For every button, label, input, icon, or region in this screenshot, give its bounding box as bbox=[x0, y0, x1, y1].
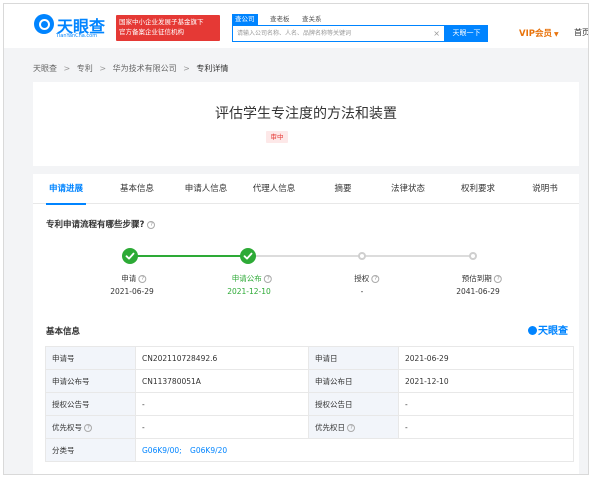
clear-icon[interactable]: × bbox=[433, 29, 440, 39]
step-label-text: 授权 bbox=[354, 274, 370, 283]
field-label-with-help: 优先权日 ? bbox=[308, 415, 399, 439]
field-value: - bbox=[398, 415, 574, 439]
field-label: 申请号 bbox=[45, 346, 136, 370]
top-header: 天眼查 TianYanCha.com 国家中小企业发展子基金旗下 官方备案企业征… bbox=[4, 4, 588, 48]
home-link[interactable]: 首页 bbox=[574, 27, 588, 38]
field-value: - bbox=[135, 392, 309, 416]
classification-link[interactable]: G06K9/00; bbox=[142, 446, 182, 455]
field-value: CN202110728492.6 bbox=[135, 346, 309, 370]
breadcrumb: 天眼查 > 专利 > 华为技术有限公司 > 专利详情 bbox=[33, 63, 232, 74]
field-value: - bbox=[135, 415, 309, 439]
table-row: 优先权号 ? - 优先权日 ? - bbox=[45, 415, 574, 439]
tab-applicant-info[interactable]: 申请人信息 bbox=[181, 174, 231, 204]
detail-tabs: 申请进展 基本信息 申请人信息 代理人信息 摘要 法律状态 权利要求 说明书 bbox=[33, 174, 579, 205]
basic-info-table: 申请号 CN202110728492.6 申请日 2021-06-29 申请公布… bbox=[45, 346, 574, 462]
field-value: 2021-12-10 bbox=[398, 369, 574, 393]
field-label: 分类号 bbox=[45, 438, 136, 462]
site-logo[interactable]: 天眼查 TianYanCha.com bbox=[34, 13, 109, 41]
patent-title-card: 评估学生专注度的方法和装置 bbox=[33, 82, 579, 166]
field-label: 授权公告号 bbox=[45, 392, 136, 416]
classification-link[interactable]: G06K9/20 bbox=[190, 446, 227, 455]
field-label: 授权公告日 bbox=[308, 392, 399, 416]
search-tab-relation[interactable]: 查关系 bbox=[302, 14, 322, 25]
search-tab-company[interactable]: 查公司 bbox=[232, 14, 258, 25]
help-icon[interactable]: ? bbox=[494, 275, 503, 283]
step-label: 预估到期 ? bbox=[461, 273, 503, 284]
tab-basic-info[interactable]: 基本信息 bbox=[117, 174, 157, 204]
check-icon bbox=[125, 252, 135, 260]
progress-question-text: 专利申请流程有哪些步骤? bbox=[46, 220, 145, 230]
tab-progress[interactable]: 申请进展 bbox=[46, 174, 86, 205]
step-label-text: 申请 bbox=[121, 274, 137, 283]
field-label: 优先权号 bbox=[52, 422, 82, 432]
table-row: 授权公告号 - 授权公告日 - bbox=[45, 392, 574, 416]
vip-label: VIP会员 bbox=[519, 29, 552, 39]
timeline-segment-done bbox=[130, 255, 248, 257]
step-label: 授权 ? bbox=[354, 273, 380, 284]
step-label: 申请 ? bbox=[121, 273, 147, 284]
browser-frame: 天眼查 TianYanCha.com 国家中小企业发展子基金旗下 官方备案企业征… bbox=[3, 3, 589, 475]
field-value: - bbox=[398, 392, 574, 416]
step-pending-node bbox=[358, 252, 366, 260]
help-icon[interactable]: ? bbox=[147, 220, 156, 229]
table-row: 申请公布号 CN113780051A 申请公布日 2021-12-10 bbox=[45, 369, 574, 393]
breadcrumb-separator: > bbox=[183, 64, 190, 73]
status-badge: 审中 bbox=[266, 131, 288, 143]
check-icon bbox=[243, 252, 253, 260]
classification-links: G06K9/00; G06K9/20 bbox=[135, 438, 574, 462]
table-row: 分类号 G06K9/00; G06K9/20 bbox=[45, 438, 574, 462]
help-icon[interactable]: ? bbox=[347, 423, 356, 432]
promo-line: 国家中小企业发展子基金旗下 bbox=[119, 18, 204, 26]
step-done-node bbox=[240, 248, 256, 264]
tab-description[interactable]: 说明书 bbox=[529, 174, 561, 204]
brand-watermark: 天眼查 bbox=[528, 322, 568, 337]
step-pending-node bbox=[469, 252, 477, 260]
help-icon[interactable]: ? bbox=[84, 423, 93, 432]
step-date: - bbox=[360, 287, 364, 296]
step-label-text: 申请公布 bbox=[231, 274, 262, 283]
step-done-node bbox=[122, 248, 138, 264]
breadcrumb-separator: > bbox=[63, 64, 71, 73]
help-icon[interactable]: ? bbox=[264, 275, 273, 283]
step-date: 2021-06-29 bbox=[110, 287, 154, 296]
field-label: 申请公布日 bbox=[308, 369, 399, 393]
page-title: 评估学生专注度的方法和装置 bbox=[215, 106, 397, 122]
field-label: 优先权日 bbox=[315, 422, 345, 432]
tab-agent-info[interactable]: 代理人信息 bbox=[249, 174, 299, 204]
basic-info-title: 基本信息 bbox=[46, 327, 81, 337]
logo-icon bbox=[34, 14, 54, 34]
search-input[interactable] bbox=[237, 28, 427, 39]
step-label: 申请公布 ? bbox=[231, 273, 273, 284]
logo-subtext: TianYanCha.com bbox=[56, 33, 98, 39]
promo-line: 官方备案企业征信机构 bbox=[119, 28, 184, 36]
step-date: 2041-06-29 bbox=[456, 287, 500, 296]
field-value: 2021-06-29 bbox=[398, 346, 574, 370]
chevron-down-icon: ▼ bbox=[553, 31, 559, 38]
search-button[interactable]: 天眼一下 bbox=[445, 25, 488, 42]
breadcrumb-home[interactable]: 天眼查 bbox=[33, 64, 57, 73]
field-label: 申请公布号 bbox=[45, 369, 136, 393]
search-tab-boss[interactable]: 查老板 bbox=[270, 14, 290, 25]
tab-abstract[interactable]: 摘要 bbox=[331, 174, 355, 204]
vip-menu[interactable]: VIP会员 ▼ bbox=[519, 27, 559, 39]
field-label-with-help: 优先权号 ? bbox=[45, 415, 136, 439]
brand-text: 天眼查 bbox=[538, 326, 568, 337]
step-date: 2021-12-10 bbox=[227, 287, 271, 296]
breadcrumb-separator: > bbox=[99, 64, 107, 73]
field-value: CN113780051A bbox=[135, 369, 309, 393]
help-icon[interactable]: ? bbox=[138, 275, 147, 283]
search-box: × bbox=[232, 25, 445, 42]
progress-question: 专利申请流程有哪些步骤? ? bbox=[46, 218, 156, 230]
brand-logo-icon bbox=[528, 326, 537, 335]
promo-banner[interactable]: 国家中小企业发展子基金旗下 官方备案企业征信机构 bbox=[116, 15, 220, 41]
step-label-text: 预估到期 bbox=[461, 274, 492, 283]
breadcrumb-patent[interactable]: 专利 bbox=[77, 64, 93, 73]
field-label: 申请日 bbox=[308, 346, 399, 370]
tab-claims[interactable]: 权利要求 bbox=[458, 174, 498, 204]
tab-legal-status[interactable]: 法律状态 bbox=[388, 174, 428, 204]
breadcrumb-company[interactable]: 华为技术有限公司 bbox=[113, 64, 177, 73]
help-icon[interactable]: ? bbox=[371, 275, 380, 283]
breadcrumb-current: 专利详情 bbox=[196, 64, 229, 73]
table-row: 申请号 CN202110728492.6 申请日 2021-06-29 bbox=[45, 346, 574, 370]
